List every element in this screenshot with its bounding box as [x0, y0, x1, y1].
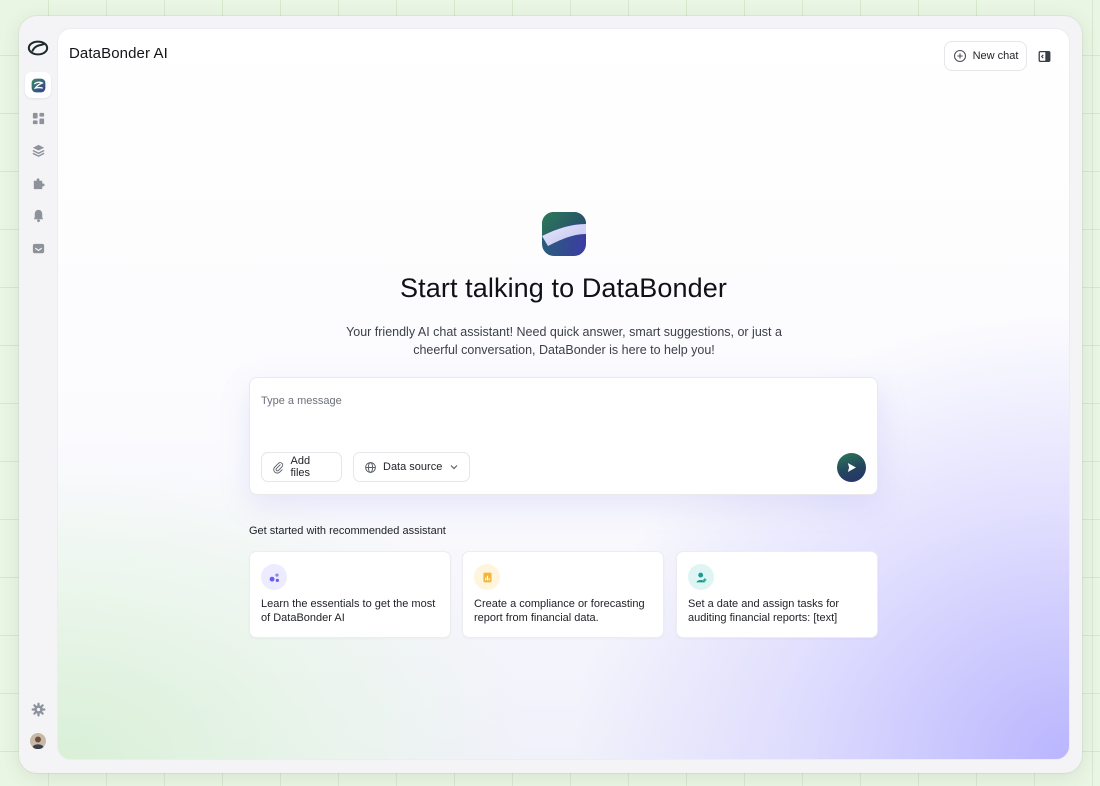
new-chat-button[interactable]: New chat: [944, 41, 1027, 71]
inbox-icon[interactable]: [25, 235, 51, 261]
plus-circle-icon: [953, 49, 966, 63]
dashboard-grid-icon[interactable]: [25, 105, 51, 131]
add-files-button[interactable]: Add files: [261, 452, 342, 482]
card-text: Set a date and assign tasks for auditing…: [688, 598, 840, 624]
left-nav-rail: [19, 16, 57, 773]
hero-subtitle: Your friendly AI chat assistant! Need qu…: [346, 325, 782, 357]
chevron-down-icon: [450, 465, 458, 470]
bell-notification-icon[interactable]: [25, 202, 51, 228]
databonder-ai-icon[interactable]: [25, 72, 51, 98]
puzzle-plugin-icon[interactable]: [25, 170, 51, 196]
paperclip-icon: [273, 461, 284, 474]
message-input[interactable]: [261, 392, 861, 410]
add-files-label: Add files: [290, 455, 311, 479]
data-source-label: Data source: [383, 461, 443, 473]
main-content: DataBonder AI New chat Start talking to …: [57, 28, 1070, 760]
hero-title: Start talking to DataBonder: [400, 273, 727, 303]
app-window: DataBonder AI New chat Start talking to …: [19, 16, 1082, 773]
databonder-logo-icon: [542, 212, 586, 256]
recommended-card-tasks[interactable]: Set a date and assign tasks for auditing…: [676, 551, 878, 638]
recommended-card-report[interactable]: Create a compliance or forecasting repor…: [462, 551, 664, 638]
new-chat-label: New chat: [972, 50, 1019, 62]
sparkle-dots-icon: [261, 564, 287, 590]
data-source-dropdown[interactable]: Data source: [353, 452, 470, 482]
recommended-heading: Get started with recommended assistant: [249, 525, 446, 537]
user-assign-icon: [688, 564, 714, 590]
sidebar-panel-icon[interactable]: [1035, 47, 1053, 65]
message-composer: Add files Data source: [249, 377, 878, 495]
recommended-card-essentials[interactable]: Learn the essentials to get the most of …: [249, 551, 451, 638]
send-arrow-icon: [847, 463, 856, 472]
logo-mark-icon[interactable]: [25, 35, 51, 61]
card-text: Learn the essentials to get the most of …: [261, 598, 436, 624]
user-avatar[interactable]: [25, 728, 51, 754]
gear-settings-icon[interactable]: [25, 696, 51, 722]
app-title: DataBonder AI: [69, 45, 168, 62]
layers-icon[interactable]: [25, 137, 51, 163]
globe-icon: [365, 461, 376, 473]
chart-document-icon: [474, 564, 500, 590]
card-text: Create a compliance or forecasting repor…: [474, 598, 645, 624]
send-button[interactable]: [837, 453, 866, 482]
